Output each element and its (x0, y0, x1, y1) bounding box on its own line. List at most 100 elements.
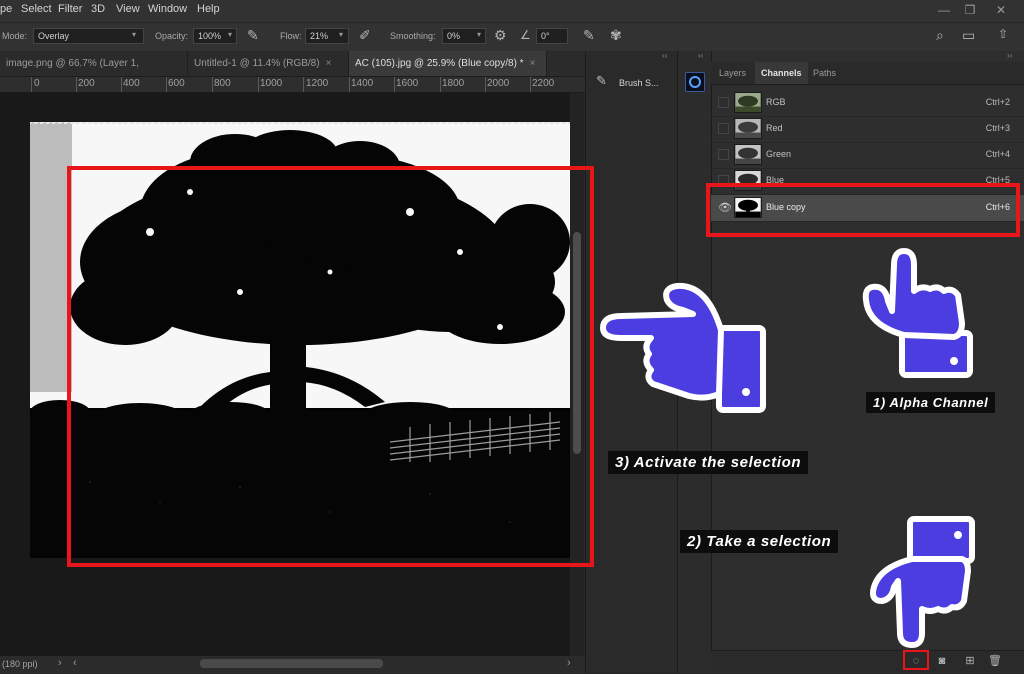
visibility-toggle[interactable] (718, 97, 729, 108)
plus-square-icon[interactable]: ⊞ (962, 653, 978, 669)
menu-filter[interactable]: Filter (58, 3, 82, 15)
brush-settings-label[interactable]: Brush S... (619, 78, 659, 88)
ruler-tick (394, 77, 395, 92)
pointing-hand-down-icon (870, 516, 975, 648)
options-bar: Mode: Overlay ▾ Opacity: 100% ▾ ✎ Flow: … (0, 22, 1024, 52)
ruler-label: 1800 (442, 78, 465, 89)
channel-shortcut: Ctrl+3 (985, 123, 1010, 133)
mode-value: Overlay (38, 31, 70, 41)
channel-thumbnail (734, 92, 762, 113)
mask-icon[interactable]: ◙ (934, 653, 950, 669)
ruler-tick (485, 77, 486, 92)
load-selection-highlight (903, 650, 929, 670)
chevron-right-icon[interactable]: › (567, 657, 571, 669)
visibility-toggle[interactable] (718, 149, 729, 160)
pointing-hand-left-icon (600, 282, 766, 413)
ruler-label: 600 (168, 78, 185, 89)
channel-thumbnail (734, 144, 762, 165)
ruler-label: 200 (78, 78, 95, 89)
channel-thumbnail (734, 118, 762, 139)
channel-shortcut: Ctrl+4 (985, 149, 1010, 159)
tab-label: AC (105).jpg @ 25.9% (Blue copy/8) * (355, 58, 524, 69)
collapse-icon[interactable]: ‹‹ (698, 51, 703, 60)
pointing-hand-down-icon (862, 248, 973, 378)
opacity-value: 100% (198, 31, 222, 41)
ruler-tick (121, 77, 122, 92)
color-wheel-icon[interactable] (685, 72, 705, 92)
ruler-label: 800 (214, 78, 231, 89)
ruler-label: 1200 (306, 78, 329, 89)
pressure-icon[interactable]: ✎ (247, 27, 259, 44)
mode-select[interactable]: Overlay (33, 28, 144, 44)
tab-untitled-1[interactable]: Untitled-1 @ 11.4% (RGB/8) × (188, 51, 349, 76)
tab-paths[interactable]: Paths (807, 62, 842, 84)
menu-window[interactable]: Window (148, 3, 187, 15)
smoothing-label: Smoothing: (390, 31, 436, 41)
chevron-down-icon: ▾ (477, 30, 482, 39)
airbrush-icon[interactable]: ✐ (359, 27, 371, 44)
channel-row-rgb[interactable]: RGB Ctrl+2 (711, 90, 1024, 117)
butterfly-icon[interactable]: ✾ (610, 27, 622, 44)
resolution-status: (180 ppi) (2, 659, 38, 669)
ruler-label: 2000 (487, 78, 510, 89)
search-icon[interactable]: ⌕ (936, 27, 944, 44)
channel-name: RGB (766, 97, 786, 107)
horizontal-ruler: 0 200 400 600 800 1000 1200 1400 1600 18… (0, 77, 585, 93)
ruler-label: 0 (34, 78, 40, 89)
ruler-tick (440, 77, 441, 92)
workspace-icon[interactable]: ▭ (962, 27, 975, 44)
gear-icon[interactable]: ⚙ (494, 27, 507, 44)
angle-value: 0° (541, 31, 550, 41)
menu-3d[interactable]: 3D (91, 3, 105, 15)
close-icon[interactable]: ✕ (993, 3, 1009, 17)
ruler-tick (530, 77, 531, 92)
collapse-icon[interactable]: ›› (1007, 51, 1012, 60)
canvas-selection-highlight (67, 166, 594, 567)
horizontal-scroll-thumb[interactable] (200, 659, 383, 668)
chevron-left-icon[interactable]: ‹ (73, 657, 77, 669)
ruler-tick (166, 77, 167, 92)
channel-name: Red (766, 123, 783, 133)
step1-caption: 1) Alpha Channel (866, 392, 996, 413)
menu-select[interactable]: Select (21, 3, 52, 15)
tab-channels[interactable]: Channels (755, 62, 808, 84)
ruler-tick (76, 77, 77, 92)
ruler-label: 2200 (532, 78, 555, 89)
menu-bar: pe Select Filter 3D View Window Help — ❐… (0, 0, 1024, 22)
channel-row-red[interactable]: Red Ctrl+3 (711, 116, 1024, 143)
alpha-channel-highlight (706, 183, 1020, 237)
collapse-icon[interactable]: ‹‹ (662, 51, 667, 60)
restore-icon[interactable]: ❐ (962, 3, 978, 17)
close-icon[interactable]: × (326, 58, 332, 69)
menu-view[interactable]: View (116, 3, 140, 15)
chevron-down-icon: ▾ (132, 30, 137, 39)
ruler-tick (212, 77, 213, 92)
tab-image-png[interactable]: image.png @ 66.7% (Layer 1, RGB/8)× (0, 51, 188, 94)
ruler-tick (31, 77, 32, 92)
tab-label: Untitled-1 @ 11.4% (RGB/8) (194, 58, 320, 69)
channel-shortcut: Ctrl+2 (985, 97, 1010, 107)
ruler-tick (258, 77, 259, 92)
pressure-size-icon[interactable]: ✎ (583, 27, 595, 44)
chevron-down-icon: ▾ (339, 30, 344, 39)
mode-label: Mode: (2, 31, 28, 41)
brush-icon[interactable]: ✎ (596, 73, 607, 89)
trash-icon[interactable]: 🗑 (987, 653, 1003, 669)
ruler-label: 1000 (260, 78, 283, 89)
tab-ac-105[interactable]: AC (105).jpg @ 25.9% (Blue copy/8) * × (349, 51, 547, 76)
menu-help[interactable]: Help (197, 3, 220, 15)
ruler-label: 400 (123, 78, 140, 89)
share-icon[interactable]: ⇧ (998, 27, 1008, 41)
chevron-right-icon[interactable]: › (58, 657, 62, 669)
angle-field[interactable]: 0° (536, 28, 568, 44)
angle-icon: ∠ (520, 28, 531, 42)
smoothing-value: 0% (447, 31, 461, 41)
menu-type[interactable]: pe (0, 3, 12, 15)
flow-value: 21% (310, 31, 329, 41)
channel-row-green[interactable]: Green Ctrl+4 (711, 142, 1024, 169)
tab-layers[interactable]: Layers (713, 62, 752, 84)
visibility-toggle[interactable] (718, 123, 729, 134)
panel-tabs: Layers Channels Paths (711, 62, 1024, 85)
minimize-icon[interactable]: — (936, 3, 952, 17)
close-icon[interactable]: × (530, 58, 536, 69)
